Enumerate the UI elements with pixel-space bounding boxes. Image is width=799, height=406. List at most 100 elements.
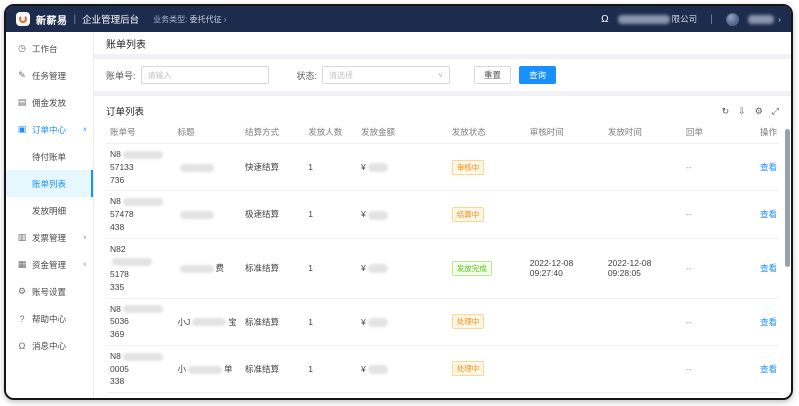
redacted-blur bbox=[188, 366, 222, 374]
status-select[interactable]: 请选择 ∨ bbox=[322, 66, 450, 84]
redacted-blur bbox=[368, 163, 388, 172]
cell-audit-time bbox=[526, 191, 604, 238]
settings-icon[interactable]: ⚙ bbox=[755, 106, 763, 117]
sidebar-item-2[interactable]: ▤ 佣金发放 bbox=[6, 89, 93, 116]
cell-settle-method: 标准结算 bbox=[241, 345, 304, 392]
cell-payee-count: 1 bbox=[304, 191, 357, 238]
column-header-2: 结算方式 bbox=[241, 121, 304, 144]
app-subtitle: 企业管理后台 bbox=[82, 12, 139, 26]
cell-receipt: -- bbox=[682, 298, 739, 345]
cell-amount: ¥ bbox=[357, 345, 448, 392]
cell-title: 单1207 bbox=[174, 393, 242, 399]
cell-status: 发放完成 bbox=[448, 238, 526, 298]
doc-icon: ▤ bbox=[16, 97, 28, 108]
cell-audit-time bbox=[526, 144, 604, 191]
caret-down-icon: ∨ bbox=[83, 234, 87, 241]
cell-audit-time bbox=[526, 298, 604, 345]
view-link[interactable]: 查看 bbox=[760, 364, 777, 374]
table-card: 订单列表 ↻ ⇩ ⚙ ⤢ 账单号标题结算方式发放人数发放金额发放状态审核时间发放… bbox=[94, 96, 791, 398]
user-avatar[interactable] bbox=[726, 13, 739, 26]
table-row: N80005338小单标准结算1¥处理中--查看 bbox=[106, 345, 779, 392]
column-header-8: 回单 bbox=[682, 121, 739, 144]
cell-amount: ¥ bbox=[357, 144, 448, 191]
reset-button[interactable]: 重置 bbox=[474, 66, 511, 84]
redacted-blur bbox=[368, 264, 388, 273]
column-header-5: 发放状态 bbox=[448, 121, 526, 144]
sidebar-item-3[interactable]: ▣订单中心∧ bbox=[6, 116, 93, 143]
cell-title bbox=[174, 191, 242, 238]
sidebar-item-8[interactable]: Ω消息中心 bbox=[6, 332, 93, 359]
sidebar-item-6[interactable]: ⚙账号设置 bbox=[6, 278, 93, 305]
cell-action: 查看 bbox=[739, 298, 779, 345]
redacted-blur bbox=[112, 258, 152, 266]
business-type[interactable]: 业务类型: 委托代征 › bbox=[153, 14, 226, 25]
business-type-label: 业务类型: bbox=[153, 15, 187, 24]
help-icon: ? bbox=[16, 314, 28, 324]
clock-icon: ◷ bbox=[16, 43, 28, 54]
cell-receipt: -- bbox=[682, 393, 739, 399]
table-row: N857478438极速结算1¥结算中--查看 bbox=[106, 191, 779, 238]
refresh-icon[interactable]: ↻ bbox=[722, 106, 730, 117]
view-link[interactable]: 查看 bbox=[760, 162, 777, 172]
status-badge: 处理中 bbox=[452, 361, 485, 376]
bell-icon: Ω bbox=[16, 341, 28, 351]
sidebar-item-1[interactable]: ✎任务管理 bbox=[6, 62, 93, 89]
chevron-right-icon: › bbox=[224, 15, 227, 24]
cell-status: 审核中 bbox=[448, 144, 526, 191]
user-name[interactable]: › bbox=[746, 14, 781, 24]
status-badge: 处理中 bbox=[452, 314, 485, 329]
query-button[interactable]: 查询 bbox=[519, 66, 556, 84]
view-link[interactable]: 查看 bbox=[760, 263, 777, 273]
download-icon[interactable]: ⇩ bbox=[738, 106, 746, 117]
sidebar-item-5[interactable]: ▦资金管理∨ bbox=[6, 251, 93, 278]
select-caret-down-icon: ∨ bbox=[438, 71, 443, 79]
cell-status: 审核中 bbox=[448, 393, 526, 399]
cell-settle-method: 极速结算 bbox=[241, 393, 304, 399]
sidebar-item-4[interactable]: ▥ 发票管理 ∨ bbox=[6, 224, 93, 251]
billno-input[interactable] bbox=[141, 66, 269, 84]
business-type-value: 委托代征 bbox=[190, 15, 222, 24]
billno-filter-label: 账单号: bbox=[106, 69, 136, 82]
sidebar-subitem-3-2[interactable]: 发放明细 bbox=[6, 197, 93, 224]
column-header-0: 账单号 bbox=[106, 121, 174, 144]
sidebar-menu: ◷工作台✎任务管理 ▤ 佣金发放 ▣订单中心∧待付账单账单列表发放明细 ▥ 发票管理 ∨ ▦资… bbox=[6, 32, 94, 398]
cell-amount: ¥ bbox=[357, 393, 448, 399]
column-header-9: 操作 bbox=[739, 121, 779, 144]
cell-receipt: -- bbox=[682, 238, 739, 298]
cell-settle-method: 标准结算 bbox=[241, 298, 304, 345]
view-link[interactable]: 查看 bbox=[760, 317, 777, 327]
cell-billno: N85036369 bbox=[106, 298, 174, 345]
status-filter-label: 状态: bbox=[297, 69, 318, 82]
brand-name: 新薪易 bbox=[36, 12, 68, 27]
redacted-blur bbox=[368, 365, 388, 374]
redacted-blur bbox=[180, 265, 214, 273]
cell-action: 查看 bbox=[739, 345, 779, 392]
cell-action: 查看 bbox=[739, 393, 779, 399]
sidebar-item-label: 佣金发放 bbox=[32, 97, 66, 109]
cell-receipt: -- bbox=[682, 144, 739, 191]
cell-pay-time bbox=[604, 345, 682, 392]
cell-receipt: -- bbox=[682, 191, 739, 238]
sidebar-subitem-3-1[interactable]: 账单列表 bbox=[6, 170, 93, 197]
fullscreen-icon[interactable]: ⤢ bbox=[772, 106, 779, 117]
cell-pay-time: 2022-12-08 09:28:05 bbox=[604, 238, 682, 298]
column-header-1: 标题 bbox=[174, 121, 242, 144]
notification-bell-icon[interactable]: Ω bbox=[601, 13, 608, 25]
table-row: N82903918单1207极速结算1¥审核中--查看 bbox=[106, 393, 779, 399]
redacted-blur bbox=[123, 151, 163, 159]
company-name: 限公司 bbox=[616, 13, 698, 25]
sidebar-item-label: 订单中心 bbox=[32, 124, 66, 136]
view-link[interactable]: 查看 bbox=[760, 209, 777, 219]
cell-status: 结算中 bbox=[448, 191, 526, 238]
table-row: N857133736快速结算1¥审核中--查看 bbox=[106, 144, 779, 191]
sidebar-item-7[interactable]: ?帮助中心 bbox=[6, 305, 93, 332]
invoice-icon: ▥ bbox=[16, 232, 28, 243]
cell-payee-count: 1 bbox=[304, 393, 357, 399]
vertical-scrollbar-thumb[interactable] bbox=[785, 129, 790, 267]
cell-action: 查看 bbox=[739, 144, 779, 191]
sidebar-subitem-3-0[interactable]: 待付账单 bbox=[6, 143, 93, 170]
sidebar-item-label: 发票管理 bbox=[32, 232, 66, 244]
cell-audit-time bbox=[526, 393, 604, 399]
redacted-blur bbox=[123, 305, 163, 313]
sidebar-item-0[interactable]: ◷工作台 bbox=[6, 35, 93, 62]
